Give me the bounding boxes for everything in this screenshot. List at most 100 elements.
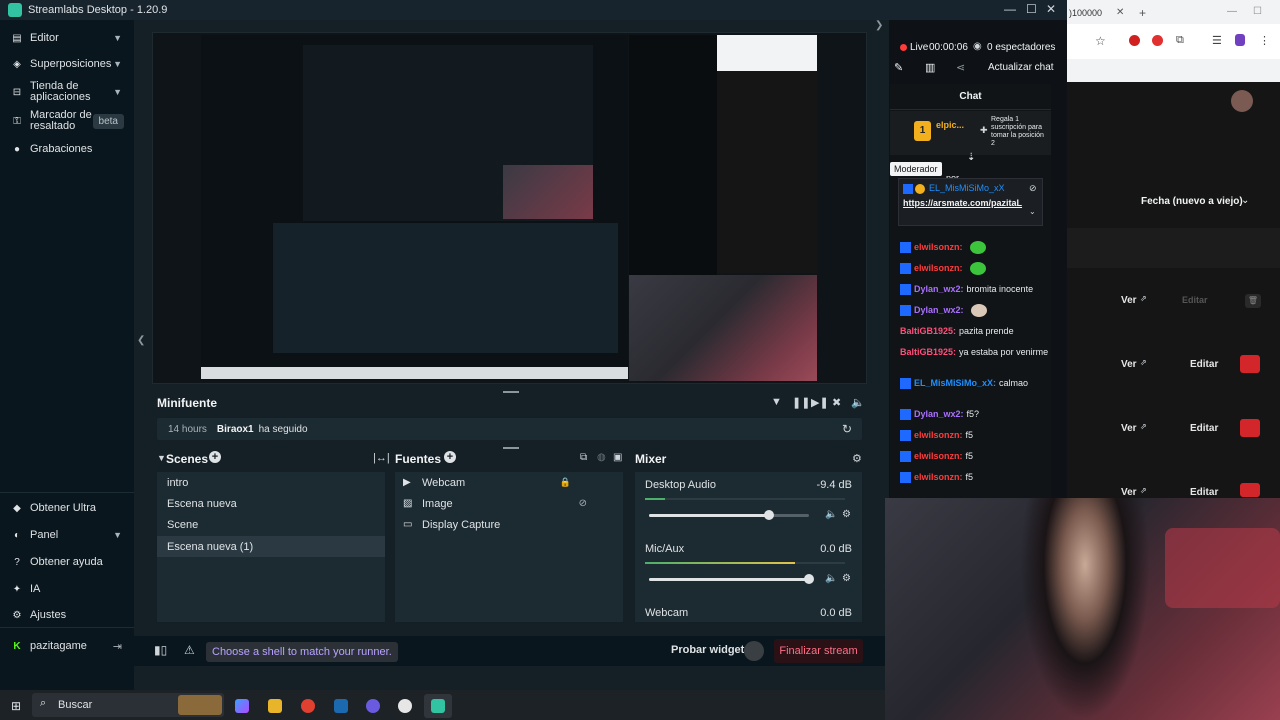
nav-panel[interactable]: ◐ Panel ▼ (0, 527, 134, 543)
highlighted-message[interactable]: EL_MisMiSiMo_xX ⊘ https://arsmate.com/pa… (898, 178, 1043, 226)
channel-settings-icon[interactable]: ⚙ (842, 509, 851, 520)
nav-store[interactable]: ⊟ Tienda de aplicaciones ▼ (0, 80, 134, 104)
sort-dropdown[interactable]: Fecha (nuevo a viejo) (1141, 196, 1243, 207)
add-scene-icon[interactable]: + (209, 451, 221, 463)
delete-button[interactable] (1240, 355, 1260, 373)
volume-icon[interactable]: 🔈 (825, 573, 837, 584)
pinned-gift-banner[interactable]: 1 elpic... ✚ Regala 1 suscripción para t… (890, 111, 1051, 155)
nav-highlighter[interactable]: ⚿ Marcador de resaltado beta (0, 109, 134, 133)
scroll-down-icon[interactable]: ⇣ (967, 152, 975, 163)
pause-icon[interactable]: ❚❚ (792, 396, 810, 409)
avatar[interactable] (1231, 90, 1253, 112)
delete-button[interactable] (1240, 483, 1260, 497)
slider-knob[interactable] (804, 574, 814, 584)
chat-message[interactable]: elwilsonzn: (900, 261, 1050, 276)
source-item[interactable]: ▶ Webcam 🔒 (395, 472, 623, 493)
chevron-down-icon[interactable]: ⌄ (1029, 207, 1036, 216)
hidden-eye-icon[interactable]: ⊘ (579, 498, 587, 509)
chat-message[interactable]: Dylan_wx2: f5? (900, 407, 1050, 421)
edit-button[interactable]: Editar (1190, 423, 1218, 434)
logout-icon[interactable]: ⇥ (113, 640, 122, 653)
scene-item[interactable]: Scene (157, 514, 385, 535)
mixer-settings-icon[interactable]: ⚙ (852, 452, 862, 465)
scene-item[interactable]: Escena nueva (157, 493, 385, 514)
end-stream-button[interactable]: Finalizar stream (774, 639, 863, 663)
streamlabs-icon[interactable] (431, 699, 445, 713)
new-tab-icon[interactable]: + (1139, 6, 1146, 20)
chat-message[interactable]: elwilsonzn: f5 (900, 428, 1050, 442)
edit-button[interactable]: Editar (1190, 359, 1218, 370)
extension-icon[interactable] (1129, 35, 1140, 46)
chat-username[interactable]: EL_MisMiSiMo_xX: (914, 378, 996, 388)
scene-item[interactable]: intro (157, 472, 385, 493)
close-button[interactable]: ✕ (1046, 2, 1056, 16)
volume-slider[interactable] (649, 510, 809, 520)
minimize-button[interactable]: — (1004, 2, 1016, 16)
source-item[interactable]: ▭ Display Capture (395, 514, 623, 535)
chat-username[interactable]: Dylan_wx2: (914, 284, 964, 294)
chat-message[interactable]: elwilsonzn: f5 (900, 449, 1050, 463)
view-button[interactable]: Ver (1121, 295, 1137, 306)
scene-transitions-icon[interactable]: |↔| (373, 452, 390, 464)
bookmark-star-icon[interactable]: ☆ (1095, 34, 1106, 48)
chat-message[interactable]: Dylan_wx2: bromita inocente (900, 282, 1050, 296)
shell-tip-notification[interactable]: Choose a shell to match your runner. (206, 642, 398, 662)
chat-username[interactable]: BaltiGB1925: (900, 326, 956, 336)
resize-handle[interactable] (503, 391, 519, 393)
file-explorer-icon[interactable] (268, 699, 282, 713)
chrome-icon[interactable] (301, 699, 315, 713)
view-button[interactable]: Ver (1121, 487, 1137, 498)
nav-overlays[interactable]: ◈ Superposiciones ▼ (0, 56, 134, 72)
chat-message[interactable]: BaltiGB1925: pazita prende (900, 324, 1050, 338)
chat-message[interactable]: Dylan_wx2: (900, 303, 1050, 318)
profile-icon[interactable] (1235, 34, 1245, 46)
taskbar-search[interactable]: ⌕ Buscar (32, 693, 224, 717)
chat-username[interactable]: elwilsonzn: (914, 430, 963, 440)
browser-tab[interactable]: )100000 (1069, 8, 1102, 18)
collapse-right-icon[interactable]: ❯ (875, 20, 883, 31)
nav-ai[interactable]: ✦ IA (0, 581, 134, 597)
mute-alerts-icon[interactable]: ✖ (832, 396, 841, 409)
source-item[interactable]: ▨ Image ⊘ (395, 493, 623, 514)
nav-editor[interactable]: ▤ Editor ▼ (0, 30, 134, 46)
extensions-icon[interactable]: ⧉ (1176, 34, 1184, 47)
view-button[interactable]: Ver (1121, 359, 1137, 370)
slider-knob[interactable] (764, 510, 774, 520)
maximize-button[interactable]: ☐ (1026, 2, 1037, 16)
skip-icon[interactable]: ▶❚ (811, 396, 829, 409)
chat-message[interactable]: BaltiGB1925: ya estaba por venirme (900, 345, 1050, 359)
record-button[interactable] (744, 641, 764, 661)
nav-help[interactable]: ? Obtener ayuda (0, 554, 134, 570)
volume-icon[interactable]: 🔈 (851, 396, 865, 409)
moderation-icon[interactable]: ▥ (925, 61, 935, 74)
unpin-icon[interactable]: ⊘ (1029, 183, 1037, 194)
selective-recording-icon[interactable]: ⧉ (580, 452, 587, 463)
dual-output-icon[interactable]: ◍ (597, 452, 606, 463)
test-widgets-button[interactable]: Probar widgets (671, 644, 750, 656)
collapse-left-icon[interactable]: ❮ (137, 335, 145, 346)
collapse-scenes-icon[interactable]: ▼ (157, 453, 166, 463)
chat-username[interactable]: Dylan_wx2: (914, 305, 964, 315)
extension-icon[interactable] (1152, 35, 1163, 46)
discord-icon[interactable] (366, 699, 380, 713)
more-options-icon[interactable]: ⋮ (1259, 34, 1270, 47)
chat-message[interactable]: EL_MisMiSiMo_xX: calmao (900, 376, 1050, 390)
chat-username[interactable]: Dylan_wx2: (914, 409, 964, 419)
repeat-alert-icon[interactable]: ↻ (842, 422, 852, 436)
stream-preview[interactable] (152, 32, 867, 384)
chat-message[interactable]: elwilsonzn: f5 (900, 470, 1050, 484)
copilot-icon[interactable] (235, 699, 249, 713)
filter-icon[interactable]: ▼ (771, 396, 782, 408)
add-source-icon[interactable]: + (444, 451, 456, 463)
performance-icon[interactable]: ▮▯ (154, 643, 167, 657)
resize-handle[interactable] (503, 447, 519, 449)
nav-get-ultra[interactable]: ◆ Obtener Ultra (0, 500, 134, 516)
maximize-button[interactable]: ☐ (1253, 6, 1262, 17)
highlight-link[interactable]: https://arsmate.com/pazitaL (903, 197, 1023, 209)
chat-message[interactable]: elwilsonzn: (900, 240, 1050, 255)
add-folder-icon[interactable]: ▣ (613, 452, 622, 463)
share-icon[interactable]: ⋖ (956, 61, 965, 74)
steam-icon[interactable] (334, 699, 348, 713)
notifications-icon[interactable]: ⚠ (184, 643, 195, 657)
obs-icon[interactable] (398, 699, 412, 713)
